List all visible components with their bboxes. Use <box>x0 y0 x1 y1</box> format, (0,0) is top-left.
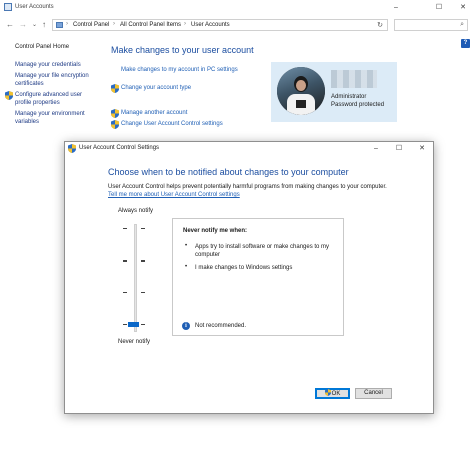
ok-button-label: OK <box>331 391 341 397</box>
help-button[interactable]: ? <box>461 39 470 48</box>
breadcrumb-all-items[interactable]: All Control Panel Items <box>120 22 181 28</box>
page-title: Make changes to your user account <box>111 45 254 55</box>
cancel-button[interactable]: Cancel <box>355 388 392 399</box>
close-button[interactable]: ✕ <box>452 0 474 15</box>
dialog-titlebar: User Account Control Settings – ☐ ✕ <box>65 142 433 155</box>
redacted-username <box>331 70 377 88</box>
uac-shield-icon <box>111 109 119 118</box>
account-status: Password protected <box>331 102 385 108</box>
nav-environment-variables[interactable]: Manage your environment <box>15 110 85 118</box>
link-manage-another-account[interactable]: Manage another account <box>121 110 187 116</box>
recommendation-note: Not recommended. <box>195 323 247 329</box>
slider-tick <box>141 292 145 293</box>
nav-advanced-profile-cont[interactable]: profile properties <box>15 99 60 107</box>
slider-bottom-label: Never notify <box>118 339 151 345</box>
ok-button[interactable]: OK <box>315 388 350 399</box>
window-title: User Accounts <box>15 4 54 10</box>
dialog-maximize-button[interactable]: ☐ <box>388 142 410 155</box>
slider-tick <box>123 292 127 293</box>
slider-tick <box>123 228 127 229</box>
maximize-button[interactable]: ☐ <box>428 0 450 15</box>
nav-file-encryption[interactable]: Manage your file encryption <box>15 72 89 80</box>
user-account-card: Administrator Password protected <box>271 62 397 122</box>
panel-title: Never notify me when: <box>183 228 248 234</box>
address-bar-row: ← → ⌄ ↑ › Control Panel › All Control Pa… <box>0 16 474 34</box>
uac-shield-icon <box>5 91 13 100</box>
slider-tick <box>123 260 127 262</box>
bullet-item: Apps try to install software or make cha… <box>195 244 330 258</box>
slider-tick <box>123 324 127 325</box>
breadcrumb-separator: › <box>184 21 186 27</box>
breadcrumb-separator: › <box>113 21 115 27</box>
up-arrow-icon[interactable]: ↑ <box>42 20 46 29</box>
dialog-title: User Account Control Settings <box>79 145 160 151</box>
nav-manage-credentials[interactable]: Manage your credentials <box>15 61 81 69</box>
dialog-close-button[interactable]: ✕ <box>411 142 433 155</box>
breadcrumb-control-panel[interactable]: Control Panel <box>73 22 109 28</box>
bullet-item: I make changes to Windows settings <box>195 265 293 271</box>
dialog-minimize-button[interactable]: – <box>365 142 387 155</box>
nav-file-encryption-cont[interactable]: certificates <box>15 80 44 88</box>
dialog-heading: Choose when to be notified about changes… <box>108 167 349 177</box>
learn-more-link[interactable]: Tell me more about User Account Control … <box>108 192 240 198</box>
link-change-account-type[interactable]: Change your account type <box>121 85 191 91</box>
control-panel-folder-icon <box>56 22 63 28</box>
address-box[interactable]: › Control Panel › All Control Panel Item… <box>52 19 388 31</box>
nav-advanced-profile[interactable]: Configure advanced user <box>15 91 82 99</box>
level-description-panel: Never notify me when: • Apps try to inst… <box>172 218 344 336</box>
refresh-icon[interactable]: ↻ <box>377 21 383 29</box>
uac-slider-thumb[interactable] <box>128 322 139 327</box>
nav-control-panel-home[interactable]: Control Panel Home <box>15 43 69 51</box>
window-titlebar: User Accounts – ☐ ✕ <box>0 0 474 15</box>
slider-tick <box>141 260 145 262</box>
uac-settings-dialog: User Account Control Settings – ☐ ✕ Choo… <box>64 141 434 414</box>
uac-shield-icon <box>68 144 76 153</box>
slider-tick <box>141 324 145 325</box>
back-arrow-icon[interactable]: ← <box>6 20 14 29</box>
link-pc-settings[interactable]: Make changes to my account in PC setting… <box>121 67 238 73</box>
avatar <box>277 67 325 115</box>
bullet-icon: • <box>185 264 188 270</box>
slider-top-label: Always notify <box>118 208 154 214</box>
link-change-uac-settings[interactable]: Change User Account Control settings <box>121 121 223 127</box>
forward-arrow-icon[interactable]: → <box>19 20 27 29</box>
slider-tick <box>141 228 145 229</box>
nav-environment-variables-cont[interactable]: variables <box>15 118 39 126</box>
user-accounts-app-icon <box>4 3 12 11</box>
recent-locations-chevron-icon[interactable]: ⌄ <box>32 21 37 28</box>
uac-shield-icon <box>111 120 119 129</box>
search-icon: ⌕ <box>460 21 464 28</box>
search-input[interactable]: ⌕ <box>394 19 468 31</box>
uac-shield-icon <box>324 389 331 396</box>
bullet-icon: • <box>185 243 188 249</box>
uac-shield-icon <box>111 84 119 93</box>
breadcrumb-user-accounts[interactable]: User Accounts <box>191 22 230 28</box>
breadcrumb-separator: › <box>66 21 68 27</box>
info-icon: i <box>182 322 190 330</box>
account-role: Administrator <box>331 94 367 100</box>
dialog-description: User Account Control helps prevent poten… <box>108 184 387 190</box>
minimize-button[interactable]: – <box>385 0 407 15</box>
uac-slider-track[interactable] <box>134 224 137 332</box>
